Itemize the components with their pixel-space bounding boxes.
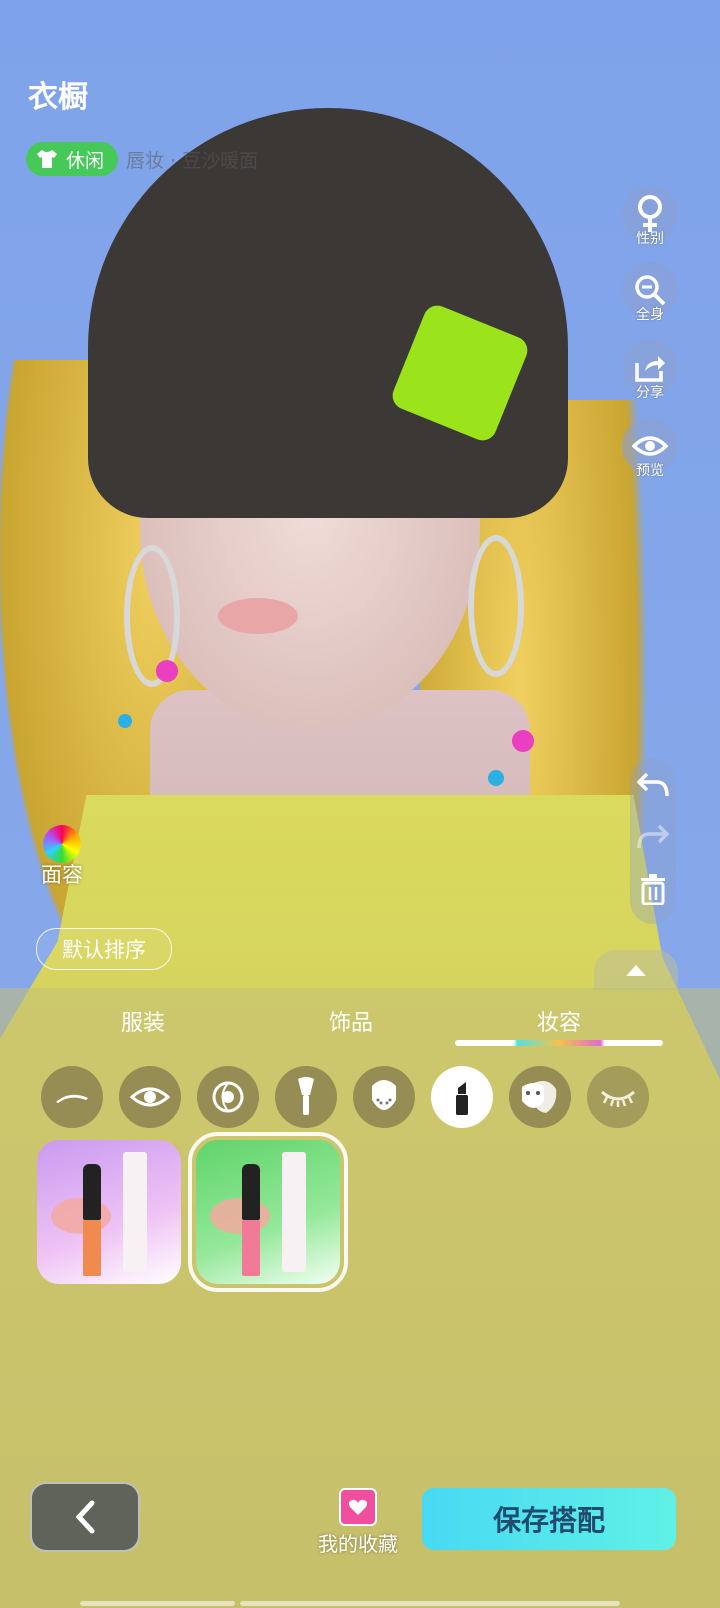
makeup-cat-iris[interactable] — [197, 1066, 259, 1128]
eyelash-icon — [601, 1090, 635, 1107]
lipstick-pink-icon — [242, 1164, 260, 1276]
gender-label: 性别 — [636, 231, 664, 247]
undo-button[interactable] — [630, 762, 676, 808]
avatar-lips — [218, 598, 298, 634]
eye-icon — [632, 436, 668, 456]
category-tabs: 服装 饰品 妆容 — [0, 1005, 720, 1045]
makeup-cat-blush[interactable] — [275, 1066, 337, 1128]
share-button[interactable]: 分享 — [622, 340, 678, 401]
style-tag-label: 休闲 — [66, 149, 105, 172]
preview-label: 预览 — [636, 463, 664, 479]
hair-bead — [118, 714, 132, 728]
hair-bead — [156, 660, 178, 682]
lipstick-box — [282, 1152, 306, 1272]
redo-icon — [637, 824, 669, 849]
style-tag[interactable]: 休闲 — [26, 142, 119, 176]
share-label: 分享 — [636, 385, 664, 401]
tab-clothing[interactable]: 服装 — [78, 1005, 208, 1037]
palette-icon — [43, 825, 81, 863]
lipstick-box — [123, 1152, 147, 1272]
iris-icon — [212, 1081, 244, 1113]
lipstick-orange-icon — [83, 1164, 101, 1276]
makeup-cat-eyebrow[interactable] — [41, 1066, 103, 1128]
face-paint-icon — [522, 1081, 557, 1113]
heart-bookmark-icon — [339, 1488, 377, 1526]
caret-up-icon — [626, 965, 646, 976]
lipstick-icon — [456, 1082, 468, 1115]
back-button[interactable] — [30, 1482, 140, 1552]
share-icon — [635, 356, 665, 382]
brush-icon — [298, 1077, 314, 1115]
save-outfit-button[interactable]: 保存搭配 — [422, 1488, 676, 1550]
face-label: 面容 — [41, 863, 83, 887]
home-indicator — [80, 1601, 235, 1606]
favorites-button[interactable]: 我的收藏 — [314, 1488, 402, 1557]
preview-button[interactable]: 预览 — [622, 418, 678, 479]
tab-active-indicator — [455, 1040, 663, 1046]
sort-button[interactable]: 默认排序 — [36, 928, 172, 970]
style-row: 休闲 唇妆 · 豆沙暖面 — [26, 142, 258, 176]
favorites-label: 我的收藏 — [318, 1532, 398, 1556]
collapse-panel-button[interactable] — [594, 950, 678, 990]
current-item-label: 唇妆 · 豆沙暖面 — [126, 149, 259, 172]
makeup-item-card-selected[interactable] — [188, 1132, 348, 1292]
face-button[interactable]: 面容 — [30, 825, 94, 889]
tab-accessories[interactable]: 饰品 — [286, 1005, 416, 1037]
edit-history-panel — [630, 758, 676, 924]
undo-icon — [637, 772, 669, 797]
makeup-cat-eyelash[interactable] — [587, 1066, 649, 1128]
fullbody-button[interactable]: 全身 — [622, 262, 678, 323]
tshirt-icon — [37, 150, 57, 168]
avatar-earring — [468, 535, 524, 677]
redo-button[interactable] — [630, 814, 676, 860]
trash-icon — [641, 874, 665, 905]
gender-button[interactable]: 性别 — [622, 186, 678, 247]
makeup-cat-lipstick[interactable] — [431, 1066, 493, 1128]
makeup-cat-face[interactable] — [353, 1066, 415, 1128]
page-title: 衣橱 — [28, 80, 88, 115]
home-indicator — [240, 1601, 620, 1606]
makeup-cat-eye[interactable] — [119, 1066, 181, 1128]
fullbody-label: 全身 — [636, 307, 664, 323]
makeup-item-card[interactable] — [37, 1140, 181, 1284]
makeup-cat-facepaint[interactable] — [509, 1066, 571, 1128]
eyebrow-icon — [56, 1094, 88, 1103]
hair-bead — [512, 730, 534, 752]
chevron-left-icon — [75, 1500, 95, 1534]
zoom-out-icon — [635, 275, 666, 306]
face-freckles-icon — [372, 1080, 396, 1110]
tab-makeup[interactable]: 妆容 — [494, 1005, 624, 1037]
hair-bead — [488, 770, 504, 786]
delete-button[interactable] — [630, 866, 676, 912]
eye-icon — [130, 1087, 170, 1107]
